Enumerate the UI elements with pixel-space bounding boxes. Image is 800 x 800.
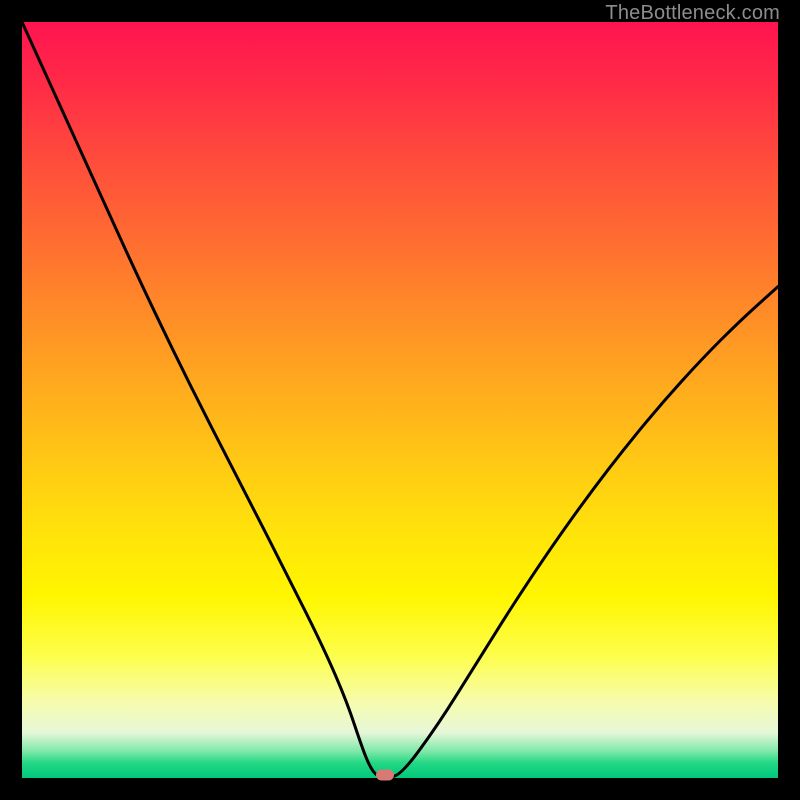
bottleneck-curve [22,22,778,778]
chart-frame: TheBottleneck.com [0,0,800,800]
plot-area [22,22,778,778]
optimum-marker [376,769,394,780]
